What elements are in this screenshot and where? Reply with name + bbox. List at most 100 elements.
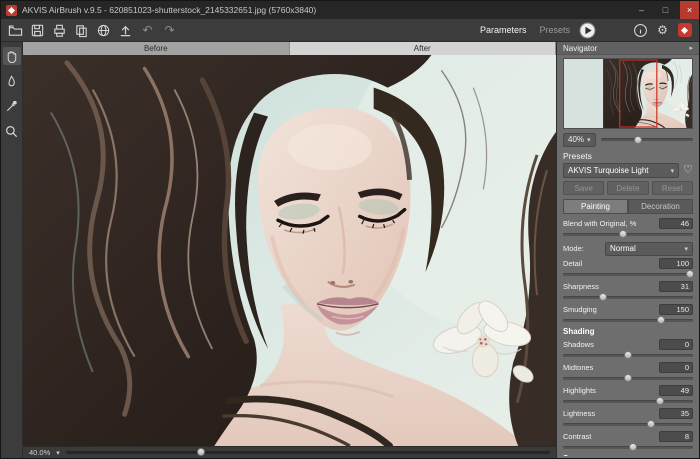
blend-row: Blend with Original, % 46 [563,217,693,229]
detail-value[interactable]: 100 [659,258,693,269]
status-zoom-slider-handle[interactable] [197,448,205,456]
favorite-heart-icon[interactable]: ♡ [683,165,693,176]
lightness-value[interactable]: 35 [659,408,693,419]
print-icon[interactable] [51,22,68,39]
preset-save-button[interactable]: Save [563,181,604,195]
blend-value[interactable]: 46 [659,218,693,229]
open-icon[interactable] [7,22,24,39]
midtones-slider-handle[interactable] [624,374,632,382]
mode-row: Mode: Normal▾ [563,241,693,256]
contrast-value[interactable]: 8 [659,431,693,442]
detail-slider-groove [563,273,693,276]
preset-buttons-row: Save Delete Reset [563,181,693,195]
tab-painting[interactable]: Painting [563,199,628,214]
smudging-slider-handle[interactable] [657,316,665,324]
share-icon[interactable] [95,22,112,39]
shadows-slider[interactable] [563,350,693,360]
contrast-slider[interactable] [563,442,693,452]
sharpness-value[interactable]: 31 [659,281,693,292]
params-list: Blend with Original, %46Mode:Normal▾Deta… [563,217,693,456]
navigator-title: Navigator [563,44,597,53]
smudging-row: Smudging150 [563,303,693,315]
tab-before[interactable]: Before [23,42,290,55]
status-zoom-dropdown-icon[interactable]: ▾ [56,449,60,457]
window-title: AKVIS AirBrush v.9.5 - 620851023-shutter… [22,5,627,15]
preset-dropdown-arrow-icon: ▾ [671,167,675,175]
portrait-image [23,55,556,446]
main-toolbar: ↶ ↷ Parameters Presets ⚙ [1,19,699,42]
contrast-slider-handle[interactable] [629,443,637,451]
highlights-slider-handle[interactable] [656,397,664,405]
highlights-row: Highlights 49 [563,384,693,396]
midtones-slider[interactable] [563,373,693,383]
tab-after[interactable]: After [290,42,557,55]
navigator-zoom-slider-handle[interactable] [634,136,642,144]
detail-label: Detail [563,259,582,268]
lightness-slider-handle[interactable] [647,420,655,428]
blend-slider-handle[interactable] [619,230,627,238]
zoom-dropdown-arrow-icon: ▾ [587,136,591,144]
detail-row: Detail 100 [563,257,693,269]
mode-label: Mode: [563,244,584,253]
midtones-label: Midtones [563,363,593,372]
save-icon[interactable] [29,22,46,39]
navigator-thumbnail[interactable] [563,58,693,129]
status-zoom-slider[interactable] [66,451,550,454]
presets-toggle-label[interactable]: Presets [539,25,570,35]
zoom-tool-icon[interactable] [3,122,21,140]
mode-select[interactable]: Normal▾ [605,242,693,256]
midtones-value[interactable]: 0 [659,362,693,373]
highlights-value[interactable]: 49 [659,385,693,396]
preset-delete-button[interactable]: Delete [607,181,648,195]
highlights-label: Highlights [563,386,596,395]
lightness-slider-groove [563,423,693,426]
hand-tool-icon[interactable] [3,47,21,65]
undo-icon[interactable]: ↶ [139,22,156,39]
minimize-button[interactable]: – [632,1,651,19]
image-canvas[interactable] [23,55,556,446]
detail-slider-handle[interactable] [686,270,693,278]
navigator-collapse-icon[interactable]: ▸ [689,44,693,52]
shadows-value[interactable]: 0 [659,339,693,350]
navigator-zoom-slider[interactable] [601,138,693,141]
midtones-row: Midtones 0 [563,361,693,373]
maximize-button[interactable]: □ [656,1,675,19]
preset-reset-button[interactable]: Reset [652,181,693,195]
shadows-slider-handle[interactable] [624,351,632,359]
status-zoom-value[interactable]: 40.0% [29,448,50,457]
close-button[interactable]: × [680,1,699,19]
navigator-header[interactable]: Navigator ▸ [557,42,699,55]
mode-value: Normal [610,244,636,253]
zoom-dropdown[interactable]: 40% ▾ [563,133,596,147]
upload-icon[interactable] [117,22,134,39]
sharpness-slider-handle[interactable] [599,293,607,301]
settings-gear-icon[interactable]: ⚙ [654,22,671,39]
run-icon[interactable] [579,22,596,39]
navigator-preview-image [564,59,692,128]
about-akvis-icon[interactable] [676,22,693,39]
shadows-label: Shadows [563,340,594,349]
blend-slider[interactable] [563,229,693,239]
presets-section-label: Presets [563,151,693,161]
tool-sidebar [1,42,23,458]
sharpness-label: Sharpness [563,282,599,291]
lightness-slider[interactable] [563,419,693,429]
sharpness-row: Sharpness 31 [563,280,693,292]
tab-decoration[interactable]: Decoration [628,199,693,214]
sharpness-slider[interactable] [563,292,693,302]
canvas-column: Before After 40.0% ▾ [23,42,556,458]
smudging-slider[interactable] [563,315,693,325]
preset-dropdown[interactable]: AKVIS Turquoise Light ▾ [563,163,679,178]
info-icon[interactable] [632,22,649,39]
app-window: AKVIS AirBrush v.9.5 - 620851023-shutter… [0,0,700,459]
smudging-value[interactable]: 150 [659,304,693,315]
redo-icon[interactable]: ↷ [161,22,178,39]
smudge-tool-icon[interactable] [3,72,21,90]
blend-label: Blend with Original, % [563,219,636,228]
blend-slider-groove [563,233,693,236]
highlights-slider[interactable] [563,396,693,406]
eyedropper-tool-icon[interactable] [3,97,21,115]
parameters-label[interactable]: Parameters [480,25,527,35]
detail-slider[interactable] [563,269,693,279]
copy-icon[interactable] [73,22,90,39]
